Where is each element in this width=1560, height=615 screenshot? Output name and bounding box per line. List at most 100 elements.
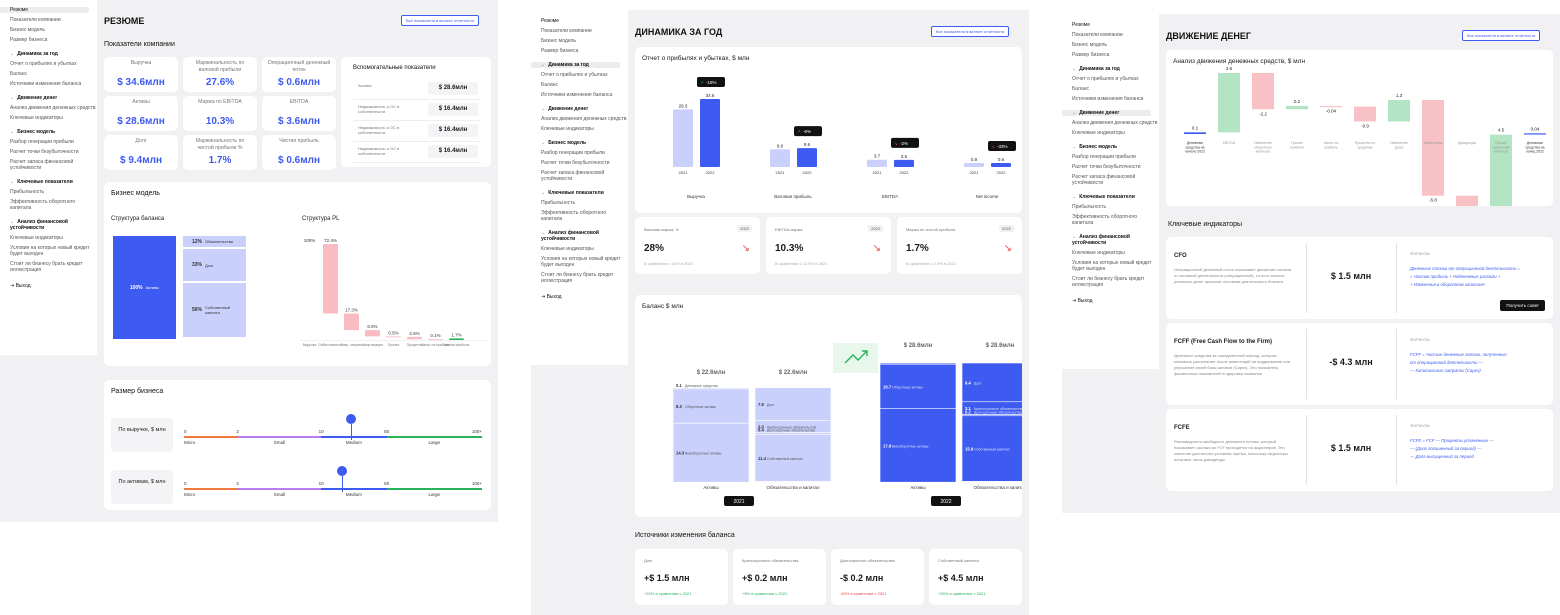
sidebar-item[interactable]: Разбор генерации прибыли xyxy=(0,139,97,145)
sidebar-item[interactable]: Условия на которых новый кредит будет вы… xyxy=(531,256,628,268)
sidebar-item[interactable]: Прибыльность xyxy=(1062,204,1159,210)
chevron-down-icon: ⌄ xyxy=(10,129,15,135)
sidebar-section-label: Движение денег xyxy=(1079,110,1120,116)
chevron-down-icon: ⌄ xyxy=(541,140,546,146)
waterfall-value: 0.1 xyxy=(1192,125,1199,130)
sidebar-item[interactable]: Резюме xyxy=(531,18,620,24)
waterfall-value: 4.5 xyxy=(1498,128,1505,133)
sidebar-section[interactable]: ⌄ Динамика за год xyxy=(531,62,620,68)
formula-line: от операционной деятельности — xyxy=(1410,360,1483,365)
indicator-value: $ 1.5 млн xyxy=(1330,271,1372,281)
sidebar-item[interactable]: Эффективность оборотного капитала xyxy=(1062,214,1159,226)
sidebar-item[interactable]: Разбор генерации прибыли xyxy=(531,150,628,156)
balance-column-label: Активы xyxy=(910,485,925,490)
logout-button[interactable]: ⇥ Выход xyxy=(0,283,97,289)
sidebar-item[interactable]: Баланс xyxy=(531,82,628,88)
sidebar-item[interactable]: Резюме xyxy=(1062,22,1151,28)
sidebar-item[interactable]: Размер бизнеса xyxy=(531,48,628,54)
get-advice-button[interactable]: Получить совет xyxy=(1500,300,1545,311)
sidebar-section[interactable]: ⌄ Движение денег xyxy=(531,106,628,112)
balance-assets-label: Активы xyxy=(145,285,160,290)
sidebar-item[interactable]: Отчет о прибылях и убытках xyxy=(1062,76,1159,82)
pnl-value-2022: 34.6 xyxy=(706,93,715,98)
sidebar-item[interactable]: Бизнес модель xyxy=(1062,42,1159,48)
sidebar-item[interactable]: Баланс xyxy=(0,71,97,77)
sidebar-item[interactable]: Ключевые индикаторы xyxy=(531,246,628,252)
sidebar-item[interactable]: Стоит ли бизнесу брать кредит иллюстраци… xyxy=(531,272,628,284)
sidebar-item[interactable]: Бизнес модель xyxy=(0,27,97,33)
waterfall-value: -5.8 xyxy=(1429,198,1437,203)
sidebar-item[interactable]: Анализ движения денежных средств xyxy=(1062,120,1159,126)
sidebar-section[interactable]: ⌄ Ключевые показатели xyxy=(0,179,97,185)
indicator-description: Денежные средства за определенный период… xyxy=(1174,353,1291,376)
sidebar-item[interactable]: Ключевые индикаторы xyxy=(0,115,97,121)
sidebar-section[interactable]: ⌄ Бизнес модель xyxy=(0,129,97,135)
sidebar-section[interactable]: ⌄ Динамика за год xyxy=(1062,66,1159,72)
sidebar-item[interactable]: Ключевые индикаторы xyxy=(531,126,628,132)
sidebar-section[interactable]: ⌄ Ключевые показатели xyxy=(531,190,628,196)
sidebar-item[interactable]: Условия на которых новый кредит будет вы… xyxy=(0,245,97,257)
kpi-label: Маржа по EBITDA xyxy=(198,99,242,105)
sidebar-section[interactable]: ⌄ Движение денег xyxy=(1062,110,1151,116)
sidebar-item[interactable]: Расчет запаса финансовой устойчивости xyxy=(1062,174,1159,186)
sidebar-item[interactable]: Эффективность оборотного капитала xyxy=(0,199,97,211)
balance-segment-value: 7.9 xyxy=(758,402,764,407)
sidebar-item[interactable]: Отчет о прибылях и убытках xyxy=(0,61,97,67)
sidebar-item[interactable]: Расчет запаса финансовой устойчивости xyxy=(0,159,97,171)
sidebar-section[interactable]: ⌄ Бизнес модель xyxy=(1062,144,1159,150)
sidebar-item[interactable]: Размер бизнеса xyxy=(1062,52,1159,58)
balance-assets-pct: 100% xyxy=(129,284,143,291)
sidebar-section[interactable]: ⌄ Анализ финансовой устойчивости xyxy=(1062,234,1159,246)
waterfall-category: конец 2022 xyxy=(1526,150,1544,154)
sidebar-item[interactable]: Прибыльность xyxy=(0,189,97,195)
pnl-bar-2022 xyxy=(797,148,817,167)
sidebar-section[interactable]: ⌄ Анализ финансовой устойчивости xyxy=(531,230,628,242)
logout-button[interactable]: ⇥ Выход xyxy=(1062,298,1159,304)
sidebar-section[interactable]: ⌄ Анализ финансовой устойчивости xyxy=(0,219,97,231)
kpi-label: Маржинальность по валовой прибыли xyxy=(195,60,245,73)
sidebar-item[interactable]: Расчет точки безубыточности xyxy=(1062,164,1159,170)
sidebar-item[interactable]: Отчет о прибылях и убытках xyxy=(531,72,628,78)
sidebar-item[interactable]: Резюме xyxy=(0,7,89,13)
sidebar-item[interactable]: Бизнес модель xyxy=(531,38,628,44)
size-scale-segment xyxy=(321,488,387,490)
sidebar-item[interactable]: Условия на которых новый кредит будет вы… xyxy=(1062,260,1159,272)
trend-down-icon: ↘ xyxy=(991,144,995,149)
sidebar-section[interactable]: ⌄ Бизнес модель xyxy=(531,140,628,146)
sidebar-item[interactable]: Анализ движения денежных средств xyxy=(0,105,97,111)
sidebar-item[interactable]: Расчет точки безубыточности xyxy=(0,149,97,155)
sidebar-item[interactable]: Источники изменения баланса xyxy=(0,81,97,87)
indicator-value: -$ 4.3 млн xyxy=(1329,357,1373,367)
sidebar-item[interactable]: Стоит ли бизнесу брать кредит иллюстраци… xyxy=(0,261,97,273)
sidebar-item[interactable]: Расчет точки безубыточности xyxy=(531,160,628,166)
sidebar-item[interactable]: Расчет запаса финансовой устойчивости xyxy=(531,170,628,182)
sidebar-item[interactable]: Размер бизнеса xyxy=(0,37,97,43)
logout-button[interactable]: ⇥ Выход xyxy=(531,294,628,300)
sidebar-section[interactable]: ⌄ Движение денег xyxy=(0,95,97,101)
balance-segment-value: 15.9 xyxy=(965,447,974,452)
sidebar-item[interactable]: Ключевые индикаторы xyxy=(0,235,97,241)
sidebar-item[interactable]: Разбор генерации прибыли xyxy=(1062,154,1159,160)
sidebar-item[interactable]: Показатели компании xyxy=(1062,32,1159,38)
export-button[interactable]: Все показатели в валюте отчетности xyxy=(401,15,480,26)
sidebar-item[interactable]: Баланс xyxy=(1062,86,1159,92)
sidebar-item[interactable]: Показатели компании xyxy=(0,17,97,23)
sidebar-item[interactable]: Стоит ли бизнесу брать кредит иллюстраци… xyxy=(1062,276,1159,288)
size-scale-segment xyxy=(184,488,238,490)
waterfall-bar xyxy=(1524,133,1546,135)
sidebar-item[interactable]: Прибыльность xyxy=(531,200,628,206)
export-button[interactable]: Все показатели в валюте отчетности xyxy=(1462,30,1541,41)
sidebar-item[interactable]: Ключевые индикаторы xyxy=(1062,130,1159,136)
sidebar-item[interactable]: Показатели компании xyxy=(531,28,628,34)
sidebar-item[interactable]: Эффективность оборотного капитала xyxy=(531,210,628,222)
sidebar-item[interactable]: Источники изменения баланса xyxy=(531,92,628,98)
sidebar-item[interactable]: Ключевые индикаторы xyxy=(1062,250,1159,256)
sidebar-item[interactable]: Источники изменения баланса xyxy=(1062,96,1159,102)
export-button[interactable]: Все показатели в валюте отчетности xyxy=(931,26,1010,37)
balance-liability-pct: 12% xyxy=(192,238,203,245)
sidebar-section[interactable]: ⌄ Динамика за год xyxy=(0,51,97,57)
sidebar-item[interactable]: Анализ движения денежных средств xyxy=(531,116,628,122)
waterfall-category: прибыли xyxy=(1290,145,1304,149)
sidebar-section[interactable]: ⌄ Ключевые показатели xyxy=(1062,194,1159,200)
size-scale-segment xyxy=(386,436,482,438)
